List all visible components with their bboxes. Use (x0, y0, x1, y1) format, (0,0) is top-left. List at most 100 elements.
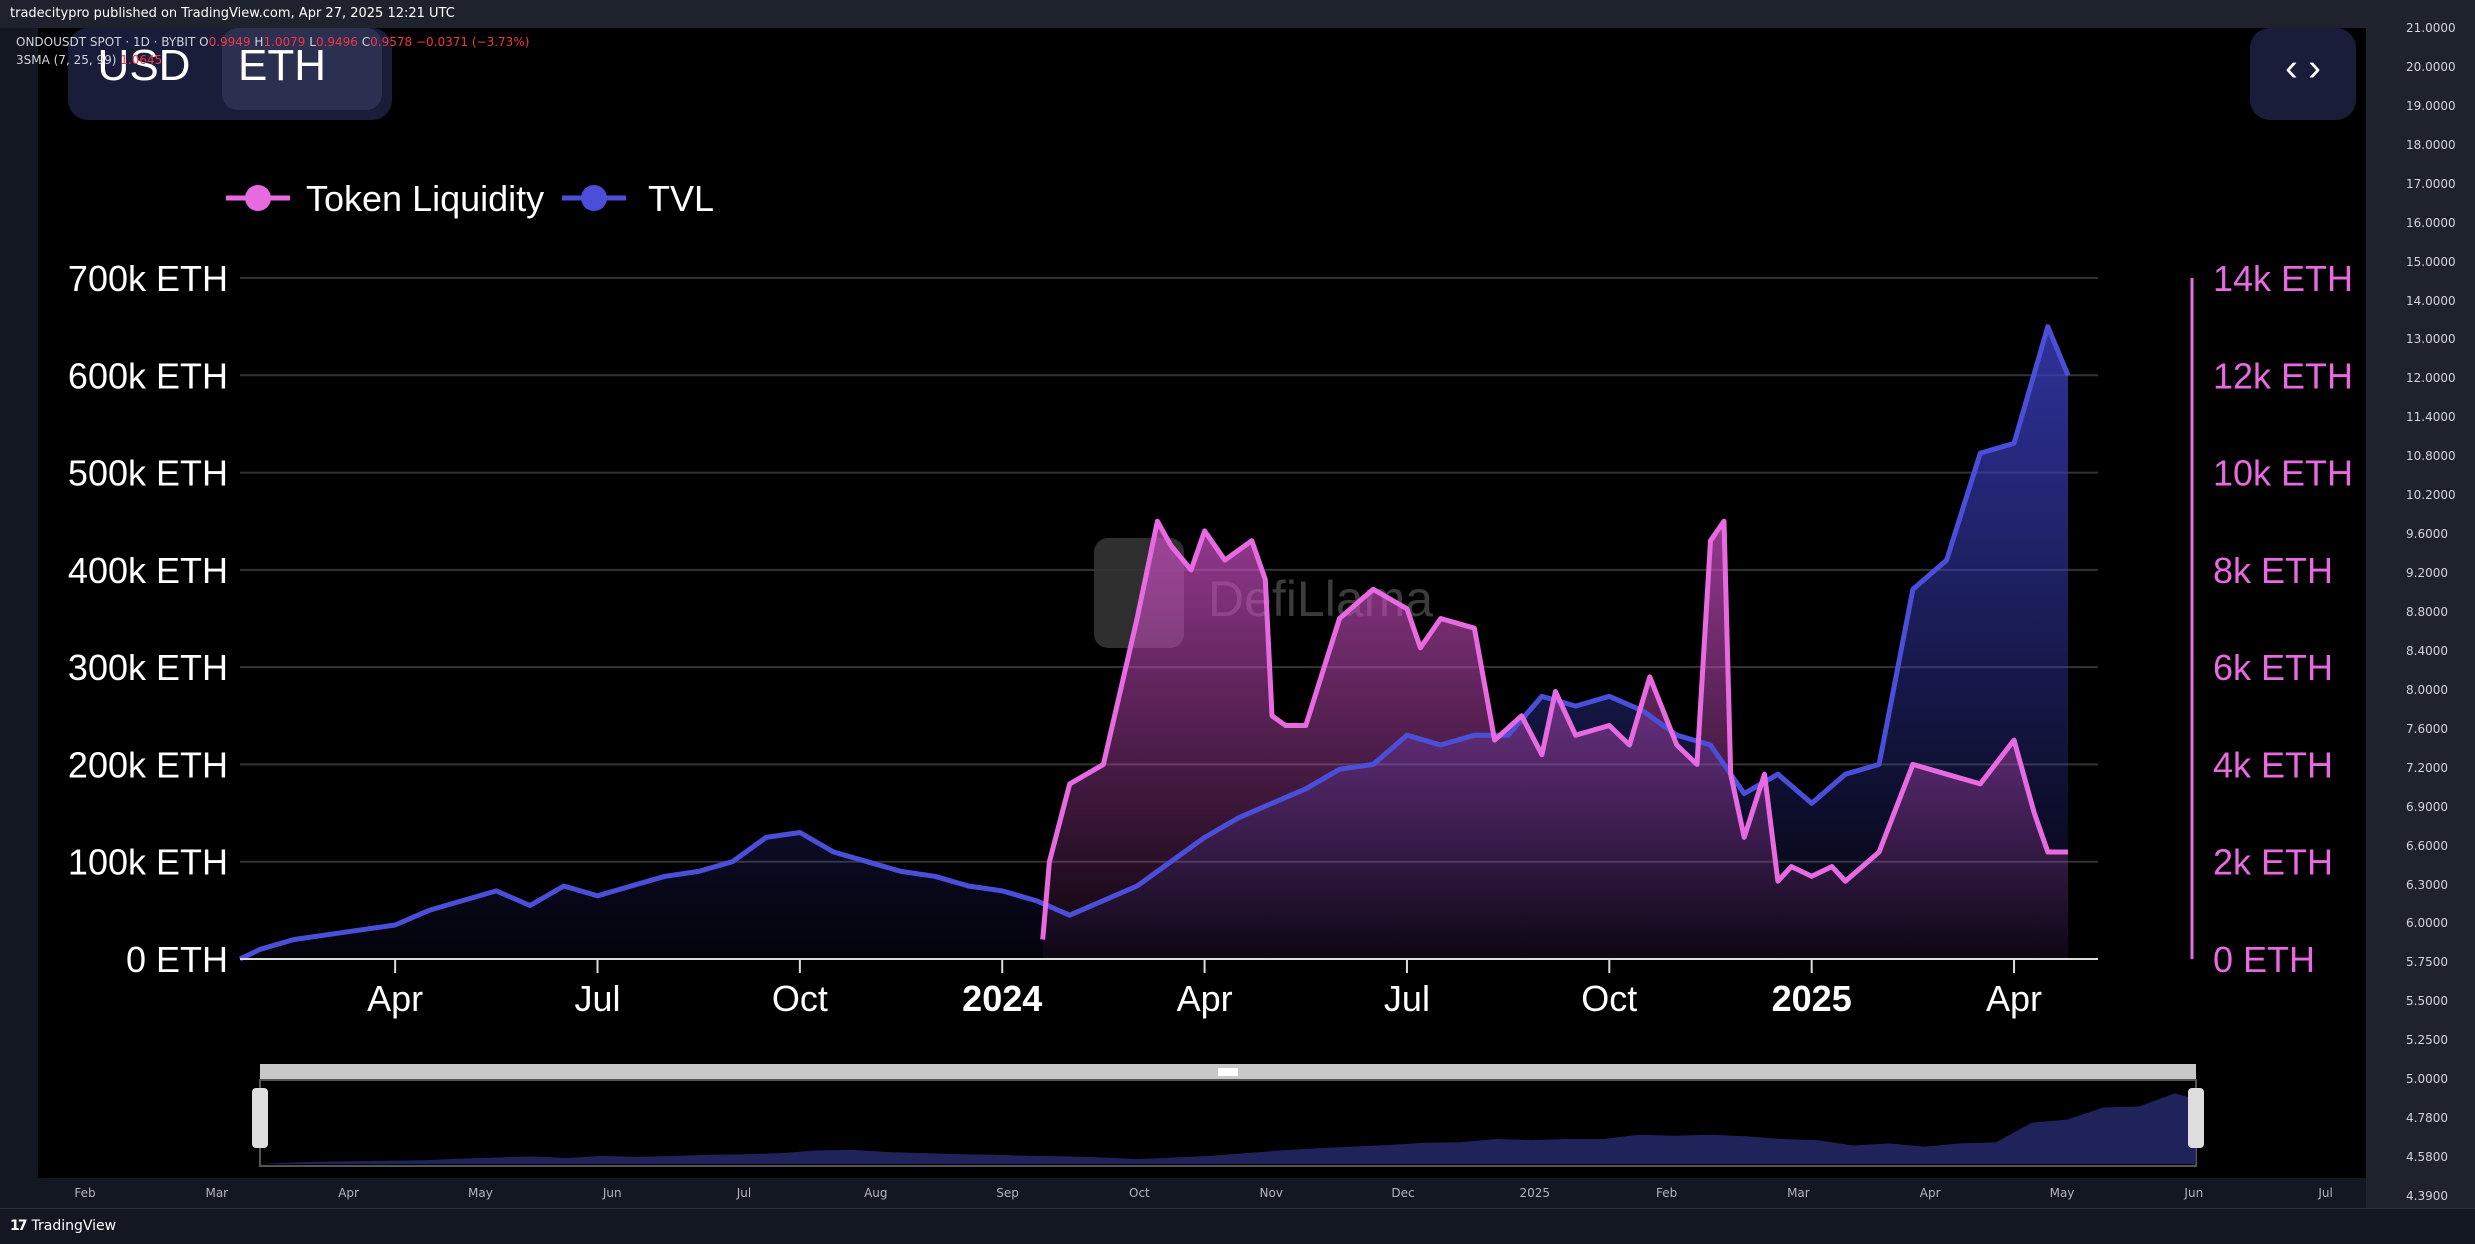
embed-button[interactable]: ‹ › (2250, 28, 2356, 120)
price-scale-tick: 6.0000 (2406, 916, 2448, 931)
right-axis-tick: 10k ETH (2213, 453, 2353, 494)
close-label: C (361, 35, 371, 49)
range-navigator[interactable] (252, 1064, 2204, 1167)
left-axis-tick: 0 ETH (126, 939, 228, 980)
tradingview-brand[interactable]: 17 TradingView (10, 1218, 116, 1234)
right-axis-tick: 14k ETH (2213, 258, 2353, 299)
open-value: 0.9949 (208, 35, 251, 49)
price-scale-tick: 6.3000 (2406, 877, 2448, 892)
indicator-name[interactable]: 3SMA (7, 25, 99) (16, 53, 116, 67)
price-scale-tick: 5.7500 (2406, 955, 2448, 970)
chart-pane[interactable]: USD ETH ‹ › Token Liquidity TVL DefiLlam… (38, 28, 2366, 1178)
left-axis-tick: 300k ETH (68, 647, 228, 688)
price-scale-tick: 21.0000 (2406, 21, 2456, 35)
x-axis-tick: Jul (1384, 978, 1430, 1019)
price-scale[interactable]: 21.0000 20.0000 19.0000 18.0000 17.0000 16.00… (2366, 21, 2475, 1208)
price-scale-tick: 19.0000 (2406, 98, 2456, 113)
time-axis-label: Dec (1391, 1186, 1415, 1200)
time-axis-label: Apr (338, 1186, 359, 1200)
low-value: 0.9496 (315, 35, 358, 49)
price-scale-tick: 10.2000 (2406, 488, 2456, 503)
symbol-legend: ONDOUSDT SPOT · 1D · BYBIT O0.9949 H1.00… (16, 33, 529, 69)
right-axis-tick: 12k ETH (2213, 355, 2353, 396)
price-scale-tick: 4.7800 (2406, 1111, 2448, 1126)
right-axis-tick: 6k ETH (2213, 647, 2333, 688)
tradingview-logo-icon: 17 (10, 1218, 28, 1234)
price-scale-tick: 15.0000 (2406, 254, 2456, 269)
right-axis-tick: 4k ETH (2213, 744, 2333, 785)
high-value: 1.0079 (263, 35, 306, 49)
footer: 17 TradingView (0, 1208, 2475, 1244)
left-axis-tick: 500k ETH (68, 453, 228, 494)
time-axis-label: Sep (996, 1186, 1019, 1200)
x-axis-tick: Apr (1177, 978, 1233, 1019)
price-scale-tick: 12.0000 (2406, 371, 2456, 386)
price-scale-tick: 11.4000 (2406, 410, 2456, 425)
embedded-defillama-image: USD ETH ‹ › Token Liquidity TVL DefiLlam… (68, 28, 2356, 1167)
time-axis-label: Aug (864, 1186, 888, 1200)
price-scale-tick: 18.0000 (2406, 137, 2456, 152)
close-value: 0.9578 (370, 35, 413, 49)
time-axis-label: May (2049, 1186, 2075, 1200)
legend-tvl: TVL (648, 178, 714, 219)
price-scale-tick: 17.0000 (2406, 176, 2456, 191)
left-axis-tick: 100k ETH (68, 842, 228, 883)
price-scale-tick: 13.0000 (2406, 332, 2456, 347)
navigator-right-handle[interactable] (2188, 1088, 2204, 1148)
token-liquidity-legend-swatch (245, 185, 271, 211)
price-scale-tick: 7.6000 (2406, 721, 2448, 736)
price-scale-tick: 8.4000 (2406, 643, 2448, 658)
price-scale-tick: 6.6000 (2406, 838, 2448, 853)
price-scale-tick: 6.9000 (2406, 799, 2448, 814)
time-axis-label: Nov (1259, 1186, 1283, 1200)
price-scale-tick: 16.0000 (2406, 215, 2456, 230)
navigator-left-handle[interactable] (252, 1088, 268, 1148)
price-scale-tick: 9.6000 (2406, 527, 2448, 542)
x-axis-tick: Apr (1986, 978, 2042, 1019)
price-scale-tick: 8.8000 (2406, 605, 2448, 619)
price-scale-tick: 7.2000 (2406, 760, 2448, 775)
time-axis-label: Jun (602, 1186, 622, 1200)
right-axis-tick: 0 ETH (2213, 939, 2315, 980)
symbol-name[interactable]: ONDOUSDT SPOT · 1D · BYBIT (16, 35, 195, 49)
indicator-value: 1.0645 (120, 53, 163, 67)
time-axis-label: Mar (205, 1186, 229, 1200)
code-icon: ‹ › (2285, 47, 2321, 89)
left-axis-tick: 700k ETH (68, 258, 228, 299)
tvl-legend-swatch (581, 185, 607, 211)
x-axis-tick: Apr (367, 978, 423, 1019)
price-scale-tick: 14.0000 (2406, 293, 2456, 308)
x-axis-tick: Jul (574, 978, 620, 1019)
left-axis-tick: 200k ETH (68, 744, 228, 785)
time-axis-label: Mar (1787, 1186, 1810, 1200)
price-scale-tick: 20.0000 (2406, 59, 2456, 74)
price-scale-tick: 5.2500 (2406, 1033, 2448, 1048)
time-axis-label: Jul (2318, 1186, 2333, 1200)
brand-label: TradingView (31, 1218, 117, 1234)
legend-token-liquidity: Token Liquidity (306, 178, 544, 219)
time-axis-label: Jun (2184, 1186, 2204, 1200)
x-axis-tick: 2024 (962, 978, 1042, 1019)
published-info: tradecitypro published on TradingView.co… (10, 6, 455, 21)
right-axis-tick: 8k ETH (2213, 550, 2333, 591)
x-axis-tick: Oct (1581, 978, 1637, 1019)
time-axis-label: 2025 (1519, 1186, 1551, 1200)
left-axis-tick: 600k ETH (68, 355, 228, 396)
price-scale-tick: 8.0000 (2406, 682, 2448, 697)
navigator-grip-icon[interactable] (1218, 1068, 1238, 1076)
price-scale-tick: 4.5800 (2406, 1150, 2448, 1165)
time-axis-label: Feb (1655, 1186, 1678, 1200)
price-scale-tick: 9.2000 (2406, 566, 2448, 581)
time-axis-label: Feb (74, 1186, 96, 1200)
time-axis-label: May (467, 1186, 493, 1200)
time-axis[interactable]: Feb Mar Apr May Jun Jul Aug Sep Oct Nov Dec 2025 Feb… (0, 1178, 2366, 1208)
price-scale-tick: 4.3900 (2406, 1189, 2448, 1203)
low-label: L (309, 35, 316, 49)
change-value: −0.0371 (−3.73%) (416, 35, 530, 49)
time-axis-label: Apr (1919, 1186, 1941, 1200)
left-axis-tick: 400k ETH (68, 550, 228, 591)
series-legend: Token Liquidity TVL (226, 178, 714, 219)
price-scale-tick: 10.8000 (2406, 449, 2456, 464)
price-scale-tick: 5.0000 (2406, 1072, 2448, 1087)
price-scale-tick: 5.5000 (2406, 994, 2448, 1009)
